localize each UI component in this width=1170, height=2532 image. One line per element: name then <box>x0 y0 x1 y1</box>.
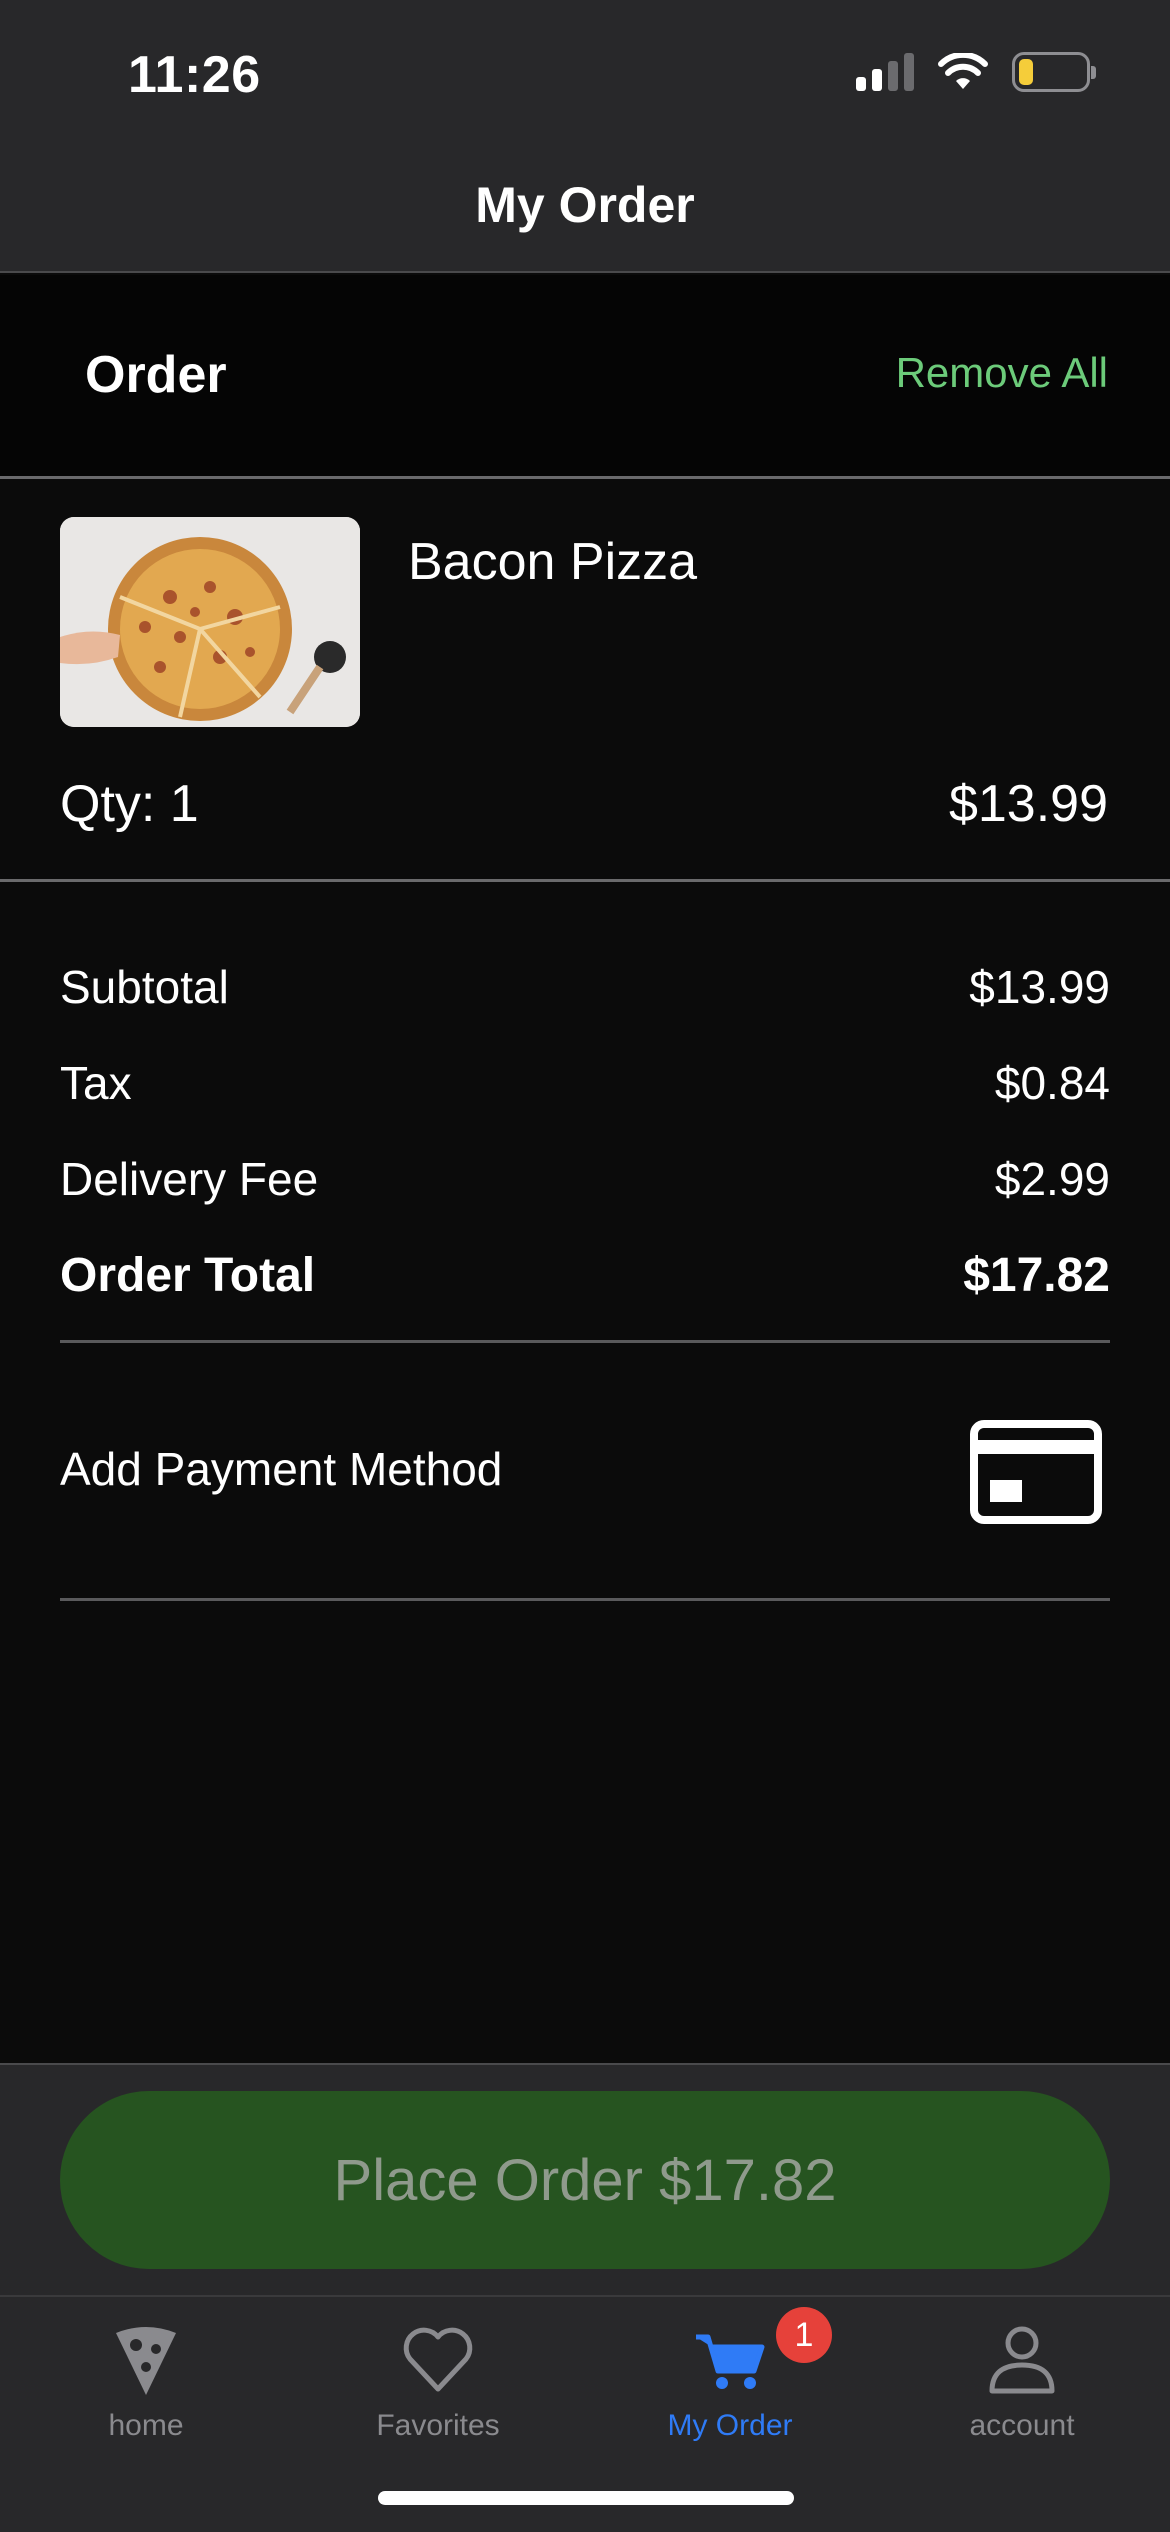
cart-icon <box>696 2334 765 2389</box>
tab-account-label: account <box>969 2409 1075 2442</box>
battery-icon <box>1012 52 1096 92</box>
my-order-screen: 11:26 My Order Order Remove All Bacon Pi… <box>0 0 1170 2532</box>
order-header: Order Remove All <box>0 275 1170 479</box>
order-heading: Order <box>85 346 227 404</box>
order-summary: Subtotal $13.99 Tax $0.84 Delivery Fee $… <box>60 960 1110 1344</box>
tax-row: Tax $0.84 <box>60 1056 1110 1152</box>
summary-divider <box>60 1340 1110 1343</box>
delivery-fee-label: Delivery Fee <box>60 1153 319 1205</box>
order-total-row: Order Total $17.82 <box>60 1248 1110 1344</box>
signal-icon <box>856 53 914 91</box>
tab-home[interactable]: home <box>0 2297 292 2447</box>
remove-all-button[interactable]: Remove All <box>896 349 1108 397</box>
page-title: My Order <box>475 177 695 233</box>
heart-icon <box>403 2327 473 2392</box>
tab-my-order-label: My Order <box>667 2409 793 2442</box>
subtotal-row: Subtotal $13.99 <box>60 960 1110 1056</box>
delivery-fee-value: $2.99 <box>994 1153 1110 1205</box>
credit-card-icon <box>970 1420 1102 1524</box>
pizza-slice-icon <box>116 2327 176 2395</box>
wifi-icon <box>938 53 988 89</box>
tax-value: $0.84 <box>994 1057 1110 1109</box>
tab-account[interactable]: account <box>876 2297 1168 2447</box>
add-payment-method-label: Add Payment Method <box>60 1443 503 1495</box>
item-quantity: Qty: 1 <box>60 775 199 833</box>
tab-favorites-label: Favorites <box>376 2409 500 2442</box>
tax-label: Tax <box>60 1057 132 1109</box>
status-time: 11:26 <box>128 46 261 104</box>
subtotal-label: Subtotal <box>60 961 229 1013</box>
home-indicator[interactable] <box>378 2491 794 2505</box>
status-icons <box>856 52 1096 92</box>
place-order-button[interactable]: Place Order $17.82 <box>60 2091 1110 2269</box>
item-name: Bacon Pizza <box>408 533 698 591</box>
order-total-label: Order Total <box>60 1249 316 1302</box>
bacon-pizza-image <box>60 517 360 727</box>
subtotal-value: $13.99 <box>969 961 1110 1013</box>
tab-home-label: home <box>108 2409 184 2442</box>
order-item: Bacon Pizza Qty: 1 $13.99 <box>0 482 1170 882</box>
tab-my-order[interactable]: 1 My Order <box>584 2297 876 2447</box>
cart-badge: 1 <box>776 2307 832 2363</box>
add-payment-method-button[interactable]: Add Payment Method <box>60 1370 1110 1570</box>
tab-favorites[interactable]: Favorites <box>292 2297 584 2447</box>
place-order-area: Place Order $17.82 <box>0 2063 1170 2295</box>
person-icon <box>989 2326 1055 2394</box>
item-price: $13.99 <box>948 775 1108 833</box>
order-total-value: $17.82 <box>963 1249 1110 1302</box>
top-bar: 11:26 My Order <box>0 0 1170 273</box>
payment-divider <box>60 1598 1110 1601</box>
delivery-fee-row: Delivery Fee $2.99 <box>60 1152 1110 1248</box>
